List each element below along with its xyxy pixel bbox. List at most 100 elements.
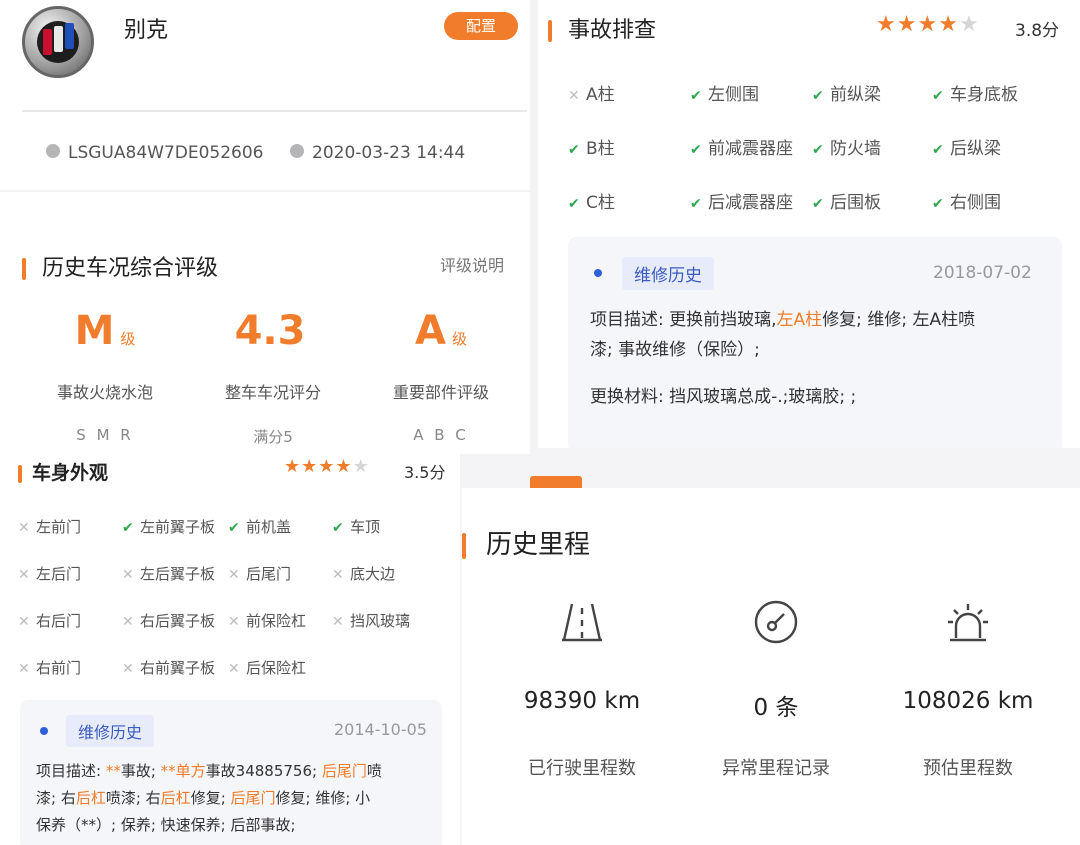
check-icon: ✔ [932, 142, 944, 158]
check-icon: ✔ [690, 142, 702, 158]
description-line: 项目描述: **事故; **单方事故34885756; 后尾门喷 [36, 758, 436, 785]
check-item-label: 后围板 [830, 193, 881, 213]
alarm-light-icon [868, 598, 1068, 654]
check-item-label: 左后翼子板 [140, 565, 216, 583]
description-line: 漆; 事故维修（保险）; [590, 335, 1050, 365]
cross-icon: ✕ [228, 661, 240, 677]
check-item-label: 前减震器座 [708, 139, 793, 159]
cross-icon: ✕ [122, 661, 134, 677]
check-item: ✔ 车身底板 [932, 80, 1018, 105]
datetime-text: 2020-03-23 14:44 [312, 143, 466, 163]
star-filled-icon: ★ [938, 12, 959, 37]
check-item: ✔ 后纵梁 [932, 134, 1001, 159]
check-item-label: 挡风玻璃 [350, 612, 411, 630]
vin-text: LSGUA84W7DE052606 [68, 143, 264, 163]
check-icon: ✔ [932, 196, 944, 212]
mileage-panel: 历史里程 98390 km 0 条 108026 km 已行驶里程数 异常里程记… [462, 488, 1080, 845]
cross-icon: ✕ [568, 88, 580, 104]
check-item-label: 后保险杠 [246, 659, 307, 677]
text-run: 修复; 维修; 小 [275, 789, 371, 807]
divider [22, 110, 527, 112]
check-item-label: 右前门 [36, 659, 82, 677]
check-item-label: 底大边 [350, 565, 396, 583]
clock-icon [290, 144, 304, 158]
check-item-label: B柱 [586, 139, 615, 159]
estimated-mileage-value: 108026 km [902, 688, 1034, 714]
check-item: ✔ C柱 [568, 188, 615, 213]
star-filled-icon: ★ [335, 456, 353, 477]
check-item-label: 右前翼子板 [140, 659, 216, 677]
check-item: ✕ 左后门 [18, 563, 81, 584]
driven-mileage-value: 98390 km [523, 688, 641, 714]
description-line: 保养（**）; 保养; 快速保养; 后部事故; [36, 812, 436, 839]
check-item: ✕ A柱 [568, 80, 615, 105]
cross-icon: ✕ [122, 614, 134, 630]
check-item: ✔ 前机盖 [228, 516, 291, 537]
highlight-text: 后尾门 [230, 789, 276, 807]
text-run: 保养（**）; 保养; 快速保养; 后部事故; [36, 816, 296, 834]
check-item: ✕ 前保险杠 [228, 610, 306, 631]
accident-score: 3.8分 [1015, 21, 1060, 41]
star-filled-icon: ★ [318, 456, 336, 477]
gauge-icon [676, 598, 876, 650]
config-button[interactable]: 配置 [444, 12, 518, 40]
check-item-label: 车顶 [350, 518, 381, 536]
cross-icon: ✕ [332, 567, 344, 583]
check-item-label: 左后门 [36, 565, 82, 583]
description-line: 项目描述: 更换前挡玻璃,左A柱修复; 维修; 左A柱喷 [590, 305, 1050, 335]
highlight-text: 左A柱 [776, 310, 823, 330]
check-icon: ✔ [122, 520, 134, 536]
check-item: ✕ 后尾门 [228, 563, 291, 584]
body-appearance-panel: 车身外观 ★★★★★ 3.5分 ✕ 左前门 ✔ 左前翼子板 ✔ 前机盖 ✔ 车顶 ✕ 左后门 ✕ 左后… [0, 452, 460, 845]
estimated-mileage-label: 预估里程数 [923, 758, 1013, 779]
repair-history-tag: 维修历史 [66, 715, 155, 747]
grade-overall: 4.3 [234, 308, 306, 354]
check-item: ✔ 左侧围 [690, 80, 759, 105]
check-item: ✕ 右后门 [18, 610, 81, 631]
check-item: ✔ 防火墙 [812, 134, 881, 159]
description-line [590, 365, 1050, 382]
mileage-title: 历史里程 [462, 524, 590, 561]
rating-explanation-link[interactable]: 评级说明 [440, 252, 504, 276]
star-empty-icon: ★ [958, 12, 980, 37]
star-filled-icon: ★ [876, 12, 897, 37]
body-star-rating: ★★★★★ [284, 456, 370, 477]
brand-name: 别克 [124, 18, 169, 43]
check-item: ✕ 右前翼子板 [122, 657, 215, 678]
repair-date: 2018-07-02 [933, 263, 1032, 283]
rating-title: 历史车况综合评级 [22, 250, 218, 282]
buick-logo-icon [22, 6, 94, 78]
check-item-label: 右后翼子板 [140, 612, 216, 630]
text-run: 喷 [366, 762, 382, 780]
accident-star-rating: ★★★★★ [876, 12, 980, 37]
dot-icon [40, 727, 48, 735]
check-icon: ✔ [332, 520, 344, 536]
grade-parts: A级 [415, 308, 467, 354]
highlight-text: 后杠 [75, 789, 106, 807]
check-item: ✔ 后围板 [812, 188, 881, 213]
check-item-label: 车身底板 [950, 85, 1018, 105]
body-title: 车身外观 [18, 458, 108, 485]
accident-repair-card: 维修历史 2018-07-02 项目描述: 更换前挡玻璃,左A柱修复; 维修; … [568, 237, 1062, 448]
highlight-text: 后尾门 [321, 762, 367, 780]
cross-icon: ✕ [18, 661, 30, 677]
check-item-label: 前纵梁 [830, 85, 881, 105]
check-icon: ✔ [690, 88, 702, 104]
check-item-label: 后减震器座 [708, 193, 793, 213]
star-filled-icon: ★ [917, 12, 939, 37]
text-run: 更换材料: 挡风玻璃总成-.;玻璃胶; ; [590, 387, 857, 407]
check-item: ✕ 底大边 [332, 563, 395, 584]
check-item-label: C柱 [586, 193, 615, 213]
grade-scale: 满分5 [253, 428, 293, 446]
check-item-label: 右侧围 [950, 193, 1001, 213]
check-item-label: A柱 [586, 85, 615, 105]
cross-icon: ✕ [18, 520, 30, 536]
cross-icon: ✕ [332, 614, 344, 630]
text-run: 项目描述: 更换前挡玻璃, [590, 310, 777, 330]
text-run: 事故; [120, 762, 161, 780]
check-item: ✔ 后减震器座 [690, 188, 793, 213]
check-item-label: 前机盖 [246, 518, 292, 536]
check-icon: ✔ [228, 520, 240, 536]
text-run: 修复; [190, 789, 231, 807]
vin-info: LSGUA84W7DE052606 [46, 143, 264, 163]
